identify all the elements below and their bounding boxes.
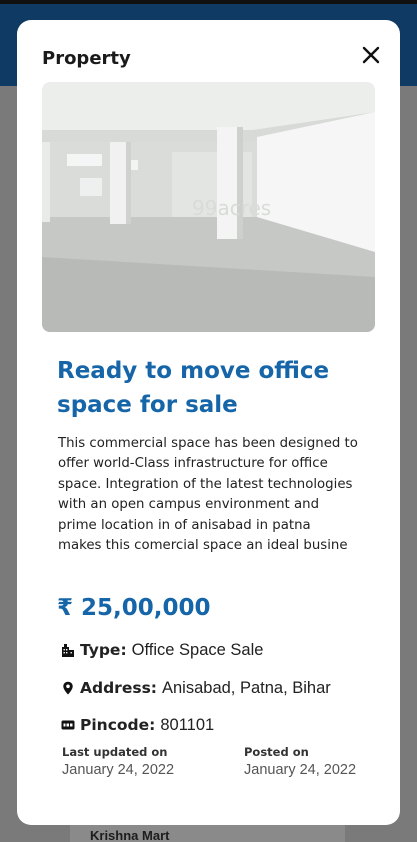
property-description: This commercial space has been designed … bbox=[58, 436, 358, 554]
posted-value: January 24, 2022 bbox=[244, 762, 357, 778]
posted-label: Posted on bbox=[244, 745, 309, 759]
image-watermark: 99acres bbox=[192, 196, 271, 220]
address-row: Address: Anisabad, Patna, Bihar bbox=[61, 677, 331, 699]
close-icon bbox=[362, 46, 380, 64]
building-icon bbox=[61, 643, 75, 657]
last-updated-value: January 24, 2022 bbox=[62, 762, 175, 778]
pincode-value: 801101 bbox=[160, 715, 215, 734]
modal-title: Property bbox=[42, 48, 131, 69]
pin-badge-icon bbox=[61, 718, 75, 732]
property-modal: Property 99acres Ready to move office sp… bbox=[17, 20, 400, 825]
property-title: Ready to move office space for sale bbox=[57, 358, 330, 418]
pincode-row: Pincode: 801101 bbox=[61, 714, 214, 736]
type-label: Type: bbox=[80, 641, 127, 659]
close-button[interactable] bbox=[356, 40, 386, 70]
last-updated-label: Last updated on bbox=[62, 745, 168, 759]
address-label: Address: bbox=[80, 679, 157, 697]
type-row: Type: Office Space Sale bbox=[61, 639, 263, 661]
address-value: Anisabad, Patna, Bihar bbox=[162, 678, 331, 697]
status-bar bbox=[0, 0, 417, 4]
background-card-title: Krishna Mart bbox=[90, 828, 170, 842]
map-pin-icon bbox=[61, 681, 75, 695]
pincode-label: Pincode: bbox=[80, 716, 156, 734]
property-price: ₹ 25,00,000 bbox=[57, 595, 211, 621]
type-value: Office Space Sale bbox=[131, 640, 264, 659]
property-photo: 99acres bbox=[42, 82, 375, 332]
